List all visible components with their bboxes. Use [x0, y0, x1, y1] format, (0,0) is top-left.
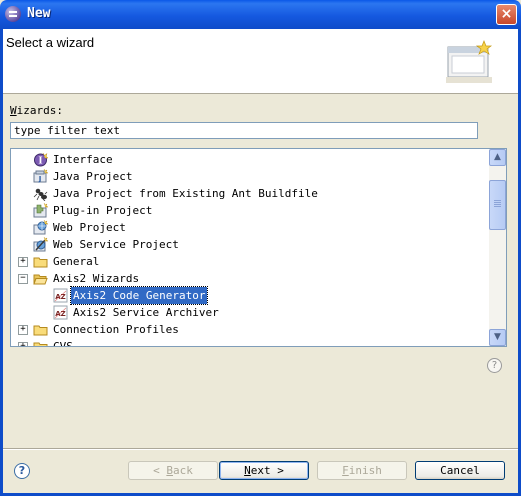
svg-text:I: I: [38, 157, 42, 167]
tree-item-label: CVS: [51, 338, 75, 346]
axis2-icon: AZ: [53, 305, 68, 320]
header-banner: Select a wizard: [3, 29, 518, 94]
filter-input[interactable]: type filter text: [10, 122, 478, 139]
finish-button-rest: inish: [348, 464, 382, 477]
tree-item-label: Connection Profiles: [53, 323, 179, 336]
cancel-button[interactable]: Cancel: [415, 461, 505, 480]
tree-item[interactable]: AZ Axis2 Code Generator: [11, 286, 490, 305]
back-button-rest: ack: [173, 464, 193, 477]
tree-item[interactable]: + CVS: [11, 338, 490, 346]
tree-item-label: Plug-in Project: [53, 204, 153, 217]
tree-item[interactable]: Web Project: [11, 219, 490, 236]
wizard-tree[interactable]: I Interface J Java Project Java Project from…: [10, 148, 507, 347]
folder-open-icon: [33, 271, 48, 286]
eclipse-icon: [5, 6, 21, 22]
help-button[interactable]: ?: [14, 463, 30, 479]
finish-button-accel: F: [342, 464, 349, 477]
tree-item-label: Java Project from Existing Ant Buildfile: [53, 187, 318, 200]
vertical-scrollbar[interactable]: ▲ ▼: [489, 149, 506, 346]
expand-icon[interactable]: +: [18, 325, 28, 335]
scroll-up-button[interactable]: ▲: [489, 149, 506, 166]
tree-item[interactable]: Web Service Project: [11, 236, 490, 253]
tree-item[interactable]: + Connection Profiles: [11, 321, 490, 338]
title-bar[interactable]: New ×: [0, 0, 521, 29]
new-wizard-banner-icon: [446, 40, 493, 83]
folder-icon: [33, 254, 48, 269]
tree-item-label: Interface: [53, 153, 113, 166]
window-border-left: [0, 29, 3, 496]
folder-icon: [33, 322, 48, 337]
tree-item-label: Axis2 Service Archiver: [73, 306, 219, 319]
wizards-label-rest: izards:: [16, 104, 63, 117]
plugin-project-icon: [33, 202, 49, 218]
expand-icon[interactable]: +: [18, 257, 28, 267]
folder-icon: [33, 339, 48, 346]
collapse-icon[interactable]: −: [18, 274, 28, 284]
tree-item-label: Axis2 Wizards: [53, 272, 140, 285]
axis2-icon: AZ: [53, 288, 68, 303]
scroll-down-button[interactable]: ▼: [489, 329, 506, 346]
new-wizard-dialog: New × Select a wizard Wizards: type filt…: [0, 0, 521, 496]
finish-button[interactable]: Finish: [317, 461, 407, 480]
tree-item[interactable]: Java Project from Existing Ant Buildfile: [11, 185, 490, 202]
tree-item[interactable]: Plug-in Project: [11, 202, 490, 219]
wizards-label-accel: W: [10, 104, 17, 117]
tree-item-label: General: [53, 255, 100, 268]
java-project-icon: J: [33, 168, 49, 184]
tree-item-label: Web Project: [53, 221, 126, 234]
web-project-icon: [33, 219, 49, 235]
next-button[interactable]: Next >: [219, 461, 309, 480]
wizards-label: Wizards:: [10, 104, 63, 117]
close-button[interactable]: ×: [496, 4, 517, 25]
context-help-icon[interactable]: ?: [487, 358, 502, 373]
tree-item[interactable]: − Axis2 Wizards: [11, 270, 490, 287]
interface-icon: I: [33, 152, 49, 167]
next-button-accel: N: [244, 464, 251, 477]
web-service-project-icon: [33, 236, 49, 252]
tree-item-label: Web Service Project: [53, 238, 179, 251]
scroll-thumb[interactable]: [489, 180, 506, 230]
page-title: Select a wizard: [6, 35, 95, 50]
tree-item[interactable]: AZ Axis2 Service Archiver: [11, 304, 490, 321]
window-title: New: [27, 6, 51, 21]
tree-item[interactable]: I Interface: [11, 151, 490, 168]
back-button[interactable]: < Back: [128, 461, 218, 480]
tree-item[interactable]: J Java Project: [11, 168, 490, 185]
back-button-prefix: <: [153, 464, 167, 477]
svg-text:J: J: [38, 175, 42, 183]
ant-icon: [33, 186, 48, 202]
back-button-accel: B: [166, 464, 173, 477]
expand-icon[interactable]: +: [18, 342, 28, 346]
tree-item-label: Java Project: [53, 170, 133, 183]
next-button-rest: ext >: [250, 464, 284, 477]
tree-item-label: Axis2 Code Generator: [69, 286, 209, 305]
wizard-tree-items: I Interface J Java Project Java Project from…: [11, 149, 490, 346]
button-bar-separator: [3, 448, 518, 450]
tree-item[interactable]: + General: [11, 253, 490, 270]
